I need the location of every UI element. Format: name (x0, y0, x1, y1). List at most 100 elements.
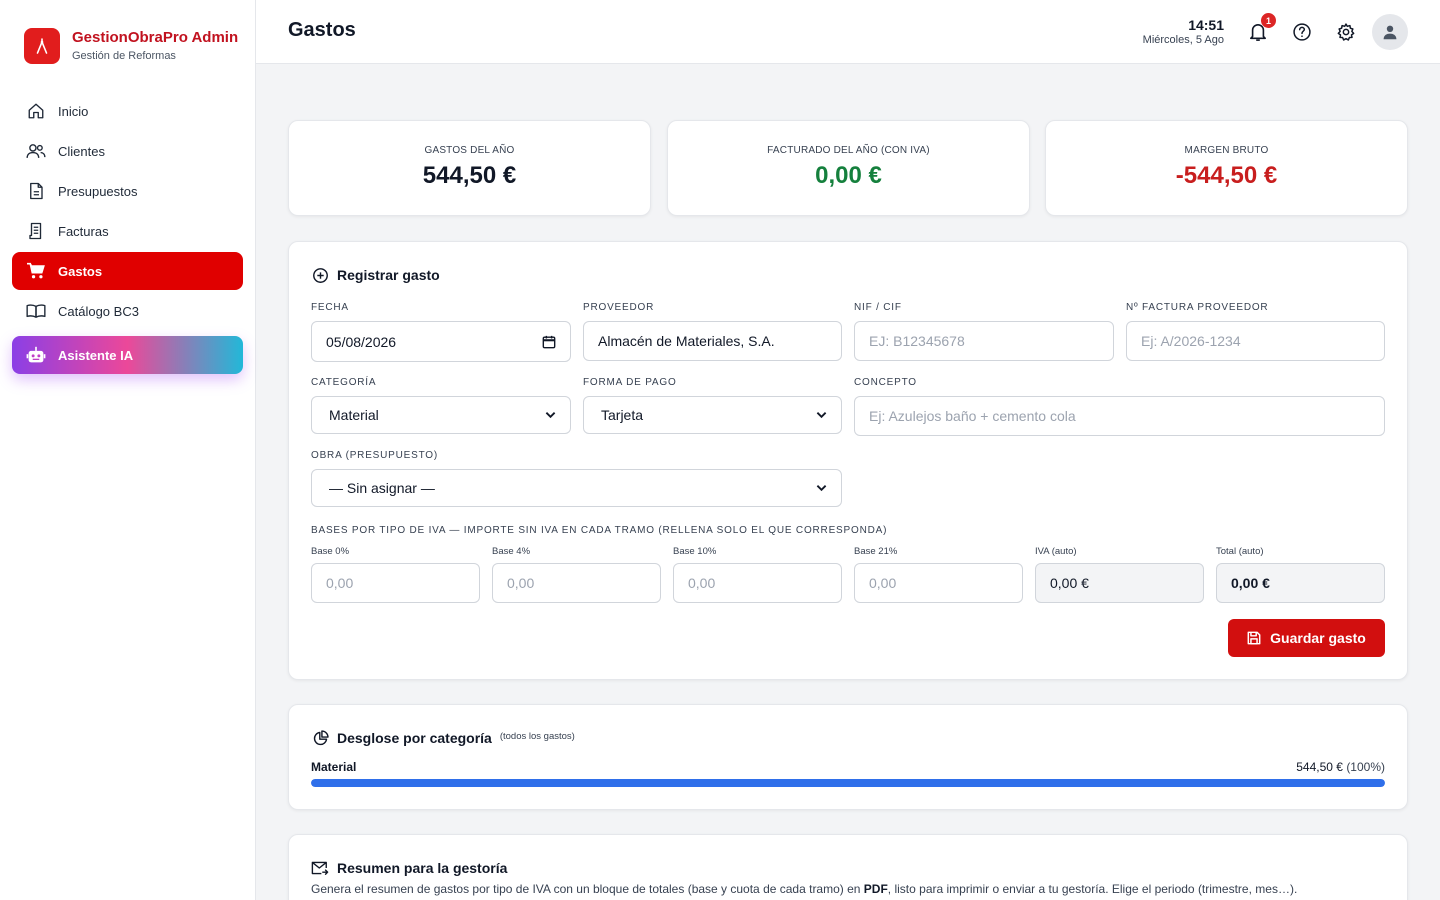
pago-label: FORMA DE PAGO (583, 377, 677, 388)
breakdown-bar-fill (311, 779, 1385, 787)
chevron-down-icon (816, 411, 827, 419)
pago-select[interactable]: Tarjeta (583, 396, 842, 434)
page-title: Gastos (288, 19, 356, 41)
gear-icon (1337, 23, 1355, 41)
obra-label: OBRA (PRESUPUESTO) (311, 450, 439, 461)
chevron-down-icon (816, 484, 827, 492)
stat-card-margen: MARGEN BRUTO -544,50 € (1045, 120, 1408, 216)
base-21-placeholder: 0,00 (869, 575, 897, 591)
clock-time: 14:51 (1188, 17, 1224, 33)
brand[interactable]: GestionObraPro Admin Gestión de Reformas (24, 28, 238, 64)
sidebar-item-asistente-ia[interactable]: Asistente IA (12, 336, 243, 374)
settings-button[interactable] (1332, 18, 1360, 46)
concepto-label: CONCEPTO (854, 377, 917, 388)
sidebar-item-facturas[interactable]: Facturas (12, 212, 243, 250)
brand-name: GestionObraPro Admin (72, 28, 239, 46)
stat-value: 544,50 € (422, 162, 517, 189)
fecha-value: 05/08/2026 (326, 333, 397, 350)
avatar[interactable] (1372, 14, 1408, 50)
breakdown-category: Material (311, 760, 357, 774)
nif-placeholder: EJ: B12345678 (869, 333, 965, 349)
stat-label: GASTOS DEL AÑO (424, 145, 515, 156)
stat-value: 0,00 € (815, 162, 882, 189)
stat-card-facturado: FACTURADO DEL AÑO (CON IVA) 0,00 € (667, 120, 1030, 216)
home-icon (26, 101, 46, 121)
sidebar: GestionObraPro Admin Gestión de Reformas… (0, 0, 256, 900)
breakdown-note: (todos los gastos) (499, 730, 575, 742)
summary-text-after: , listo para imprimir o enviar a tu gest… (887, 882, 1298, 896)
sidebar-item-catalogo-bc3[interactable]: Catálogo BC3 (12, 292, 243, 330)
concepto-placeholder: Ej: Azulejos baño + cemento cola (869, 408, 1076, 424)
base-21-input[interactable]: 0,00 (854, 563, 1023, 603)
stat-card-gastos: GASTOS DEL AÑO 544,50 € (288, 120, 651, 216)
iva-readonly-field: 0,00 € (1035, 563, 1204, 603)
save-icon (1247, 631, 1261, 645)
fecha-input[interactable]: 05/08/2026 (311, 321, 571, 362)
iva-label: IVA (auto) (1035, 546, 1077, 557)
stat-value: -544,50 € (1175, 162, 1278, 189)
base-10-placeholder: 0,00 (688, 575, 716, 591)
sidebar-item-clientes[interactable]: Clientes (12, 132, 243, 170)
base-0-label: Base 0% (311, 546, 350, 557)
sidebar-item-label: Clientes (58, 143, 105, 159)
section-title: Registrar gasto (311, 266, 440, 284)
nif-label: NIF / CIF (854, 302, 902, 313)
base-10-label: Base 10% (673, 546, 717, 557)
summary-text-before: Genera el resumen de gastos por tipo de … (311, 882, 864, 896)
cart-icon (26, 261, 46, 281)
pie-chart-icon (311, 729, 329, 747)
obra-value: — Sin asignar — (329, 480, 435, 496)
save-expense-button[interactable]: Guardar gasto (1228, 619, 1385, 657)
help-button[interactable] (1288, 18, 1316, 46)
calendar-icon[interactable] (542, 335, 556, 349)
concepto-input[interactable]: Ej: Azulejos baño + cemento cola (854, 396, 1385, 436)
user-icon (1383, 25, 1397, 40)
section-title: Desglose por categoría (todos los gastos… (311, 729, 575, 747)
sidebar-item-inicio[interactable]: Inicio (12, 92, 243, 130)
sidebar-item-presupuestos[interactable]: Presupuestos (12, 172, 243, 210)
robot-icon (26, 345, 46, 365)
categoria-value: Material (329, 407, 379, 423)
sidebar-item-label: Presupuestos (58, 183, 138, 199)
breakdown-amount: 544,50 € (1296, 760, 1343, 774)
section-title-text: Registrar gasto (337, 267, 440, 283)
save-button-label: Guardar gasto (1270, 630, 1366, 646)
breakdown-percent: (100%) (1346, 760, 1385, 774)
iva-value: 0,00 € (1050, 575, 1089, 591)
clock-date: Miércoles, 5 Ago (1142, 34, 1224, 46)
categoria-label: CATEGORÍA (311, 377, 377, 388)
notifications-button[interactable]: 1 (1244, 13, 1276, 46)
factura-input[interactable]: Ej: A/2026-1234 (1126, 321, 1385, 361)
notification-badge: 1 (1261, 13, 1276, 28)
plus-circle-icon (311, 266, 329, 284)
base-4-placeholder: 0,00 (507, 575, 535, 591)
summary-text-bold: PDF (863, 882, 888, 896)
stat-label: FACTURADO DEL AÑO (CON IVA) (767, 145, 930, 156)
gestoria-summary-card: Resumen para la gestoría Genera el resum… (288, 834, 1408, 900)
sidebar-item-gastos[interactable]: Gastos (12, 252, 243, 290)
factura-label: Nº FACTURA PROVEEDOR (1126, 302, 1269, 313)
base-0-input[interactable]: 0,00 (311, 563, 480, 603)
factura-placeholder: Ej: A/2026-1234 (1141, 333, 1241, 349)
base-10-input[interactable]: 0,00 (673, 563, 842, 603)
document-icon (26, 181, 46, 201)
clock: 14:51 Miércoles, 5 Ago (1143, 17, 1224, 47)
nif-input[interactable]: EJ: B12345678 (854, 321, 1114, 361)
book-icon (26, 301, 46, 321)
base-4-input[interactable]: 0,00 (492, 563, 661, 603)
pago-value: Tarjeta (601, 407, 644, 423)
sidebar-item-label: Inicio (58, 103, 89, 119)
bases-label: BASES POR TIPO DE IVA — IMPORTE SIN IVA … (311, 525, 888, 536)
proveedor-input[interactable]: Almacén de Materiales, S.A. (583, 321, 842, 361)
sidebar-item-label: Facturas (58, 223, 109, 239)
register-expense-card: Registrar gasto FECHA 05/08/2026 PROVEED… (288, 241, 1408, 680)
fecha-label: FECHA (311, 302, 349, 313)
categoria-select[interactable]: Material (311, 396, 571, 434)
top-header: Gastos 14:51 Miércoles, 5 Ago 1 (256, 0, 1440, 64)
sidebar-item-label: Gastos (58, 263, 103, 279)
brand-logo-icon (24, 28, 60, 64)
sidebar-item-label: Catálogo BC3 (58, 303, 139, 319)
obra-select[interactable]: — Sin asignar — (311, 469, 842, 507)
proveedor-value: Almacén de Materiales, S.A. (598, 333, 775, 349)
proveedor-label: PROVEEDOR (583, 302, 655, 313)
